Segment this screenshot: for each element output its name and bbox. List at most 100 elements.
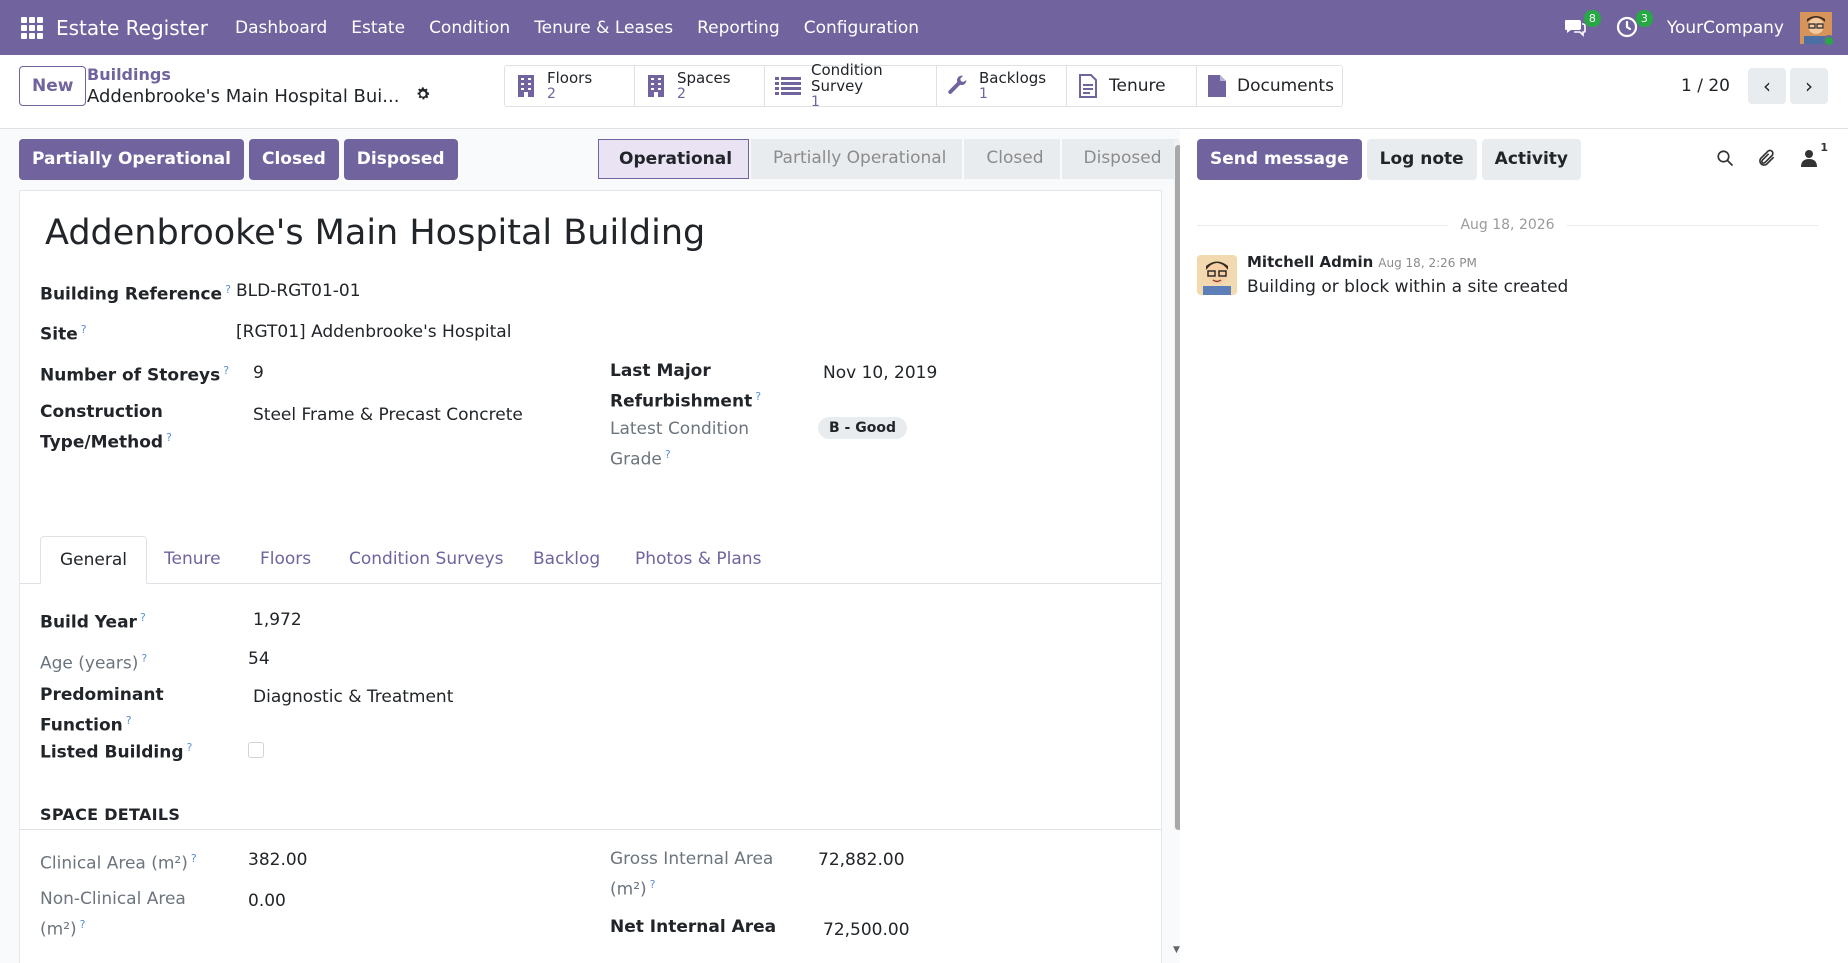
search-icon[interactable]	[1714, 147, 1736, 169]
condition-survey-count: 1	[811, 94, 820, 110]
app-title[interactable]: Estate Register	[56, 16, 208, 40]
form-sheet: Addenbrooke's Main Hospital Building Bui…	[19, 190, 1162, 963]
notebook-tabs: General Tenure Floors Condition Surveys …	[20, 536, 1161, 584]
date-separator-label: Aug 18, 2026	[1460, 217, 1555, 233]
partially-operational-button[interactable]: Partially Operational	[19, 139, 244, 180]
activity-button[interactable]: Activity	[1481, 139, 1581, 180]
tab-floors[interactable]: Floors	[241, 536, 330, 584]
gross-internal-area-label: Gross Internal Area (m²)?	[610, 849, 774, 900]
disposed-button[interactable]: Disposed	[343, 139, 458, 180]
tab-general[interactable]: General	[40, 536, 147, 584]
message-time: Aug 18, 2:26 PM	[1378, 256, 1477, 270]
file-icon	[1207, 73, 1227, 99]
document-icon	[1077, 73, 1099, 99]
apps-menu-icon[interactable]	[21, 16, 43, 39]
help-icon: ?	[139, 611, 146, 624]
documents-label: Documents	[1237, 76, 1334, 96]
help-icon: ?	[125, 714, 132, 727]
date-separator: Aug 18, 2026	[1197, 215, 1819, 235]
chatter-panel: Send message Log note Activity 1 Aug 18,…	[1180, 129, 1848, 963]
gross-internal-area-field: 72,882.00	[818, 850, 905, 870]
smart-buttons: Floors 2 Spaces 2 Condition Survey 1 Backlo…	[504, 62, 1343, 110]
menu-dashboard[interactable]: Dashboard	[223, 18, 339, 38]
spaces-smart-button[interactable]: Spaces 2	[635, 66, 765, 106]
refurbishment-field[interactable]: Nov 10, 2019	[823, 360, 937, 386]
documents-smart-button[interactable]: Documents	[1197, 66, 1342, 106]
build-year-field[interactable]: 1,972	[253, 607, 302, 633]
systray: 8 3 YourCompany	[1563, 0, 1848, 55]
menu-configuration[interactable]: Configuration	[792, 18, 931, 38]
breadcrumb: Buildings Addenbrooke's Main Hospital Bu…	[87, 65, 431, 107]
building-reference-label: Building Reference?	[40, 283, 231, 305]
stage-closed[interactable]: Closed	[964, 139, 1060, 179]
construction-field[interactable]: Steel Frame & Precast Concrete	[253, 402, 523, 428]
gear-icon[interactable]	[415, 86, 431, 107]
backlogs-count: 1	[979, 86, 988, 102]
followers-count: 1	[1820, 141, 1828, 154]
net-internal-area-label: Net Internal Area	[610, 917, 777, 937]
net-internal-area-field[interactable]: 72,500.00	[823, 917, 910, 943]
condition-grade-label: Latest Condition Grade?	[610, 419, 750, 470]
tab-photos-plans[interactable]: Photos & Plans	[616, 536, 780, 584]
help-icon: ?	[186, 741, 193, 754]
new-button[interactable]: New	[19, 66, 87, 106]
menu-tenure-leases[interactable]: Tenure & Leases	[522, 18, 685, 38]
menu-reporting[interactable]: Reporting	[685, 18, 792, 38]
function-field[interactable]: Diagnostic & Treatment	[253, 684, 453, 710]
statusbar: Operational Partially Operational Closed…	[598, 139, 1180, 179]
help-icon: ?	[190, 852, 197, 865]
tab-backlog[interactable]: Backlog	[514, 536, 619, 584]
building-reference-field[interactable]: BLD-RGT01-01	[236, 278, 361, 304]
clinical-area-label: Clinical Area (m²)?	[40, 852, 197, 874]
followers-icon[interactable]: 1	[1798, 141, 1828, 169]
log-note-button[interactable]: Log note	[1366, 139, 1477, 180]
help-icon: ?	[225, 283, 231, 296]
breadcrumb-buildings-link[interactable]: Buildings	[87, 65, 431, 84]
paperclip-icon[interactable]	[1756, 147, 1778, 169]
stage-partially-operational[interactable]: Partially Operational	[751, 139, 963, 179]
help-icon: ?	[166, 431, 172, 444]
chevron-right-icon: ›	[1805, 74, 1813, 98]
menu-condition[interactable]: Condition	[417, 18, 522, 38]
stage-disposed[interactable]: Disposed	[1061, 139, 1178, 179]
chatter-actions: Send message Log note Activity	[1197, 139, 1586, 180]
scroll-down-icon[interactable]: ▼	[1173, 945, 1180, 955]
tab-tenure[interactable]: Tenure	[145, 536, 240, 584]
help-icon: ?	[755, 390, 762, 403]
help-icon: ?	[664, 448, 671, 461]
online-status-icon	[1823, 34, 1835, 47]
help-icon: ?	[141, 652, 148, 665]
condition-survey-smart-button[interactable]: Condition Survey 1	[765, 62, 937, 110]
messages-icon[interactable]: 8	[1563, 9, 1601, 41]
storeys-field[interactable]: 9	[253, 360, 264, 386]
company-switcher[interactable]: YourCompany	[1667, 18, 1784, 38]
backlogs-smart-button[interactable]: Backlogs 1	[937, 66, 1067, 106]
wrench-icon	[947, 73, 969, 99]
pager: 1 / 20 ‹ ›	[1681, 68, 1828, 104]
control-panel: New Buildings Addenbrooke's Main Hospita…	[0, 55, 1848, 129]
stage-operational[interactable]: Operational	[598, 139, 750, 179]
previous-record-button[interactable]: ‹	[1748, 68, 1786, 104]
pager-value[interactable]: 1 / 20	[1681, 76, 1730, 96]
send-message-button[interactable]: Send message	[1197, 139, 1362, 180]
floors-smart-button[interactable]: Floors 2	[505, 66, 635, 106]
activity-clock-icon[interactable]: 3	[1615, 9, 1653, 41]
listed-building-checkbox[interactable]	[248, 742, 264, 758]
help-icon: ?	[79, 918, 86, 931]
section-divider	[20, 829, 1161, 830]
record-title[interactable]: Addenbrooke's Main Hospital Building	[45, 213, 705, 253]
user-avatar[interactable]	[1800, 11, 1835, 47]
function-label: Predominant Function?	[40, 685, 164, 736]
tenure-smart-button[interactable]: Tenure	[1067, 66, 1197, 106]
next-record-button[interactable]: ›	[1790, 68, 1828, 104]
floors-label: Floors	[547, 69, 593, 87]
tab-condition-surveys[interactable]: Condition Surveys	[330, 536, 523, 584]
message-author[interactable]: Mitchell Admin Aug 18, 2:26 PM	[1247, 253, 1477, 271]
clinical-area-field: 382.00	[248, 850, 308, 870]
chatter-tools: 1	[1694, 141, 1828, 169]
messages-badge: 8	[1583, 9, 1601, 27]
menu-estate[interactable]: Estate	[339, 18, 417, 38]
closed-button[interactable]: Closed	[248, 139, 339, 180]
site-field[interactable]: [RGT01] Addenbrooke's Hospital	[236, 319, 511, 345]
author-avatar[interactable]	[1197, 255, 1237, 295]
